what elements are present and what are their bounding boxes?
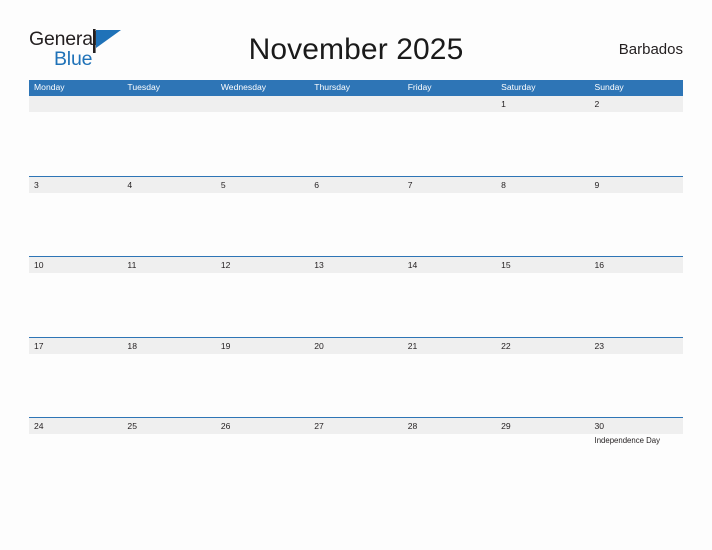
day-number[interactable]: 30 xyxy=(590,418,683,434)
day-number[interactable]: 12 xyxy=(216,257,309,273)
day-event xyxy=(403,354,496,416)
week-event-band: Independence Day xyxy=(29,434,683,496)
day-event xyxy=(590,354,683,416)
calendar-table: Monday Tuesday Wednesday Thursday Friday… xyxy=(29,80,683,498)
day-number[interactable]: 21 xyxy=(403,338,496,354)
day-event xyxy=(309,434,402,496)
day-number[interactable]: 17 xyxy=(29,338,122,354)
day-number[interactable]: 6 xyxy=(309,177,402,193)
weekday-tuesday: Tuesday xyxy=(127,82,161,92)
day-event xyxy=(496,354,589,416)
calendar-week-row: 1 2 xyxy=(29,95,683,176)
day-number[interactable]: 5 xyxy=(216,177,309,193)
day-number[interactable]: 27 xyxy=(309,418,402,434)
day-number[interactable]: 24 xyxy=(29,418,122,434)
page-header: General Blue November 2025 Barbados xyxy=(0,0,712,80)
day-number[interactable]: 11 xyxy=(122,257,215,273)
calendar-week-row: 3 4 5 6 7 8 9 xyxy=(29,175,683,257)
day-event xyxy=(309,193,402,255)
weekday-thursday: Thursday xyxy=(314,82,351,92)
day-event xyxy=(590,193,683,255)
day-event xyxy=(216,354,309,416)
week-date-band: 3 4 5 6 7 8 9 xyxy=(29,176,683,193)
calendar-week-row: 10 11 12 13 14 15 16 xyxy=(29,256,683,337)
week-event-band xyxy=(29,192,683,255)
day-number[interactable]: 23 xyxy=(590,338,683,354)
day-number[interactable]: 18 xyxy=(122,338,215,354)
day-number[interactable]: 28 xyxy=(403,418,496,434)
day-number[interactable]: 2 xyxy=(590,96,683,112)
weekday-monday: Monday xyxy=(34,82,65,92)
week-date-band: 17 18 19 20 21 22 23 xyxy=(29,337,683,354)
day-event xyxy=(29,112,122,174)
week-date-band: 10 11 12 13 14 15 16 xyxy=(29,257,683,273)
day-number[interactable] xyxy=(122,96,215,112)
day-event xyxy=(590,273,683,335)
day-number[interactable] xyxy=(403,96,496,112)
day-event xyxy=(216,273,309,335)
day-event xyxy=(403,112,496,174)
day-number[interactable]: 25 xyxy=(122,418,215,434)
day-event xyxy=(122,434,215,496)
calendar-week-row: 24 25 26 27 28 29 30 Independence Day xyxy=(29,417,683,498)
calendar-week-row: 17 18 19 20 21 22 23 xyxy=(29,336,683,418)
day-event xyxy=(29,354,122,416)
day-number[interactable] xyxy=(309,96,402,112)
day-number[interactable]: 16 xyxy=(590,257,683,273)
weekday-friday: Friday xyxy=(407,82,432,92)
day-number[interactable]: 9 xyxy=(590,177,683,193)
day-event-independence-day: Independence Day xyxy=(594,436,660,445)
day-event xyxy=(403,273,496,335)
day-event xyxy=(309,273,402,335)
day-number[interactable]: 8 xyxy=(496,177,589,193)
week-date-band: 1 2 xyxy=(29,96,683,112)
day-number[interactable] xyxy=(216,96,309,112)
day-event xyxy=(216,434,309,496)
day-event xyxy=(29,273,122,335)
weekday-saturday: Saturday xyxy=(501,82,536,92)
day-event xyxy=(403,434,496,496)
week-event-band xyxy=(29,353,683,416)
week-event-band xyxy=(29,273,683,335)
day-number[interactable]: 29 xyxy=(496,418,589,434)
day-event xyxy=(590,112,683,174)
week-date-band: 24 25 26 27 28 29 30 xyxy=(29,418,683,434)
day-number[interactable]: 19 xyxy=(216,338,309,354)
day-event xyxy=(216,193,309,255)
day-number[interactable]: 7 xyxy=(403,177,496,193)
calendar-weekday-header: Monday Tuesday Wednesday Thursday Friday… xyxy=(29,80,683,95)
day-event xyxy=(122,193,215,255)
day-event xyxy=(496,112,589,174)
day-event xyxy=(122,354,215,416)
day-number[interactable]: 14 xyxy=(403,257,496,273)
day-number[interactable]: 1 xyxy=(496,96,589,112)
day-number[interactable]: 26 xyxy=(216,418,309,434)
day-event xyxy=(29,193,122,255)
week-event-band xyxy=(29,112,683,174)
weekday-wednesday: Wednesday xyxy=(220,82,267,92)
day-event xyxy=(309,354,402,416)
day-number[interactable]: 20 xyxy=(309,338,402,354)
day-event xyxy=(496,273,589,335)
country-label: Barbados xyxy=(618,41,683,58)
day-number[interactable] xyxy=(29,96,122,112)
day-event xyxy=(309,112,402,174)
day-number[interactable]: 13 xyxy=(309,257,402,273)
weekday-sunday: Sunday xyxy=(594,82,624,92)
day-number[interactable]: 10 xyxy=(29,257,122,273)
day-event xyxy=(216,112,309,174)
day-event xyxy=(496,193,589,255)
day-number[interactable]: 3 xyxy=(29,177,122,193)
day-event xyxy=(403,193,496,255)
day-event xyxy=(122,112,215,174)
day-number[interactable]: 15 xyxy=(496,257,589,273)
day-number[interactable]: 22 xyxy=(496,338,589,354)
day-event xyxy=(29,434,122,496)
day-number[interactable]: 4 xyxy=(122,177,215,193)
page-title: November 2025 xyxy=(248,33,464,66)
day-event xyxy=(496,434,589,496)
day-event xyxy=(122,273,215,335)
